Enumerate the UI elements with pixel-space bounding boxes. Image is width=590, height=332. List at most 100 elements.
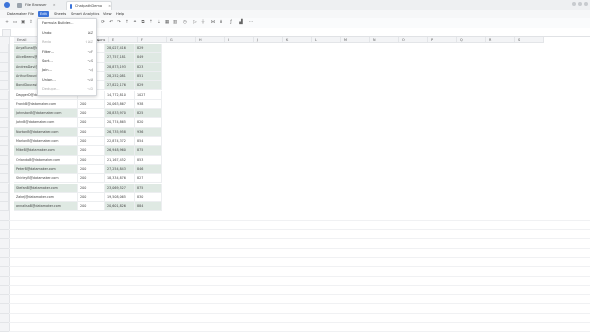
row-number[interactable] [0, 183, 9, 193]
menu-item-formula-builder[interactable]: Formula Builder... [38, 19, 96, 28]
cell-impr[interactable]: 851 [135, 71, 162, 82]
cell-email[interactable]: NortonB@datamaker.com [14, 127, 78, 137]
row-number[interactable] [0, 146, 9, 156]
cell-impr[interactable]: 938 [135, 99, 162, 110]
play-icon[interactable]: ▷ [192, 20, 198, 26]
cell-b[interactable]: 200 [78, 202, 105, 212]
cell-b[interactable]: 200 [78, 109, 105, 119]
cell-impr[interactable]: 849 [135, 53, 162, 63]
cell-b[interactable]: 200 [78, 99, 105, 110]
cell-b[interactable]: 200 [78, 146, 105, 156]
cell-impr[interactable]: 829 [135, 81, 162, 91]
cell-traffic[interactable]: 14,772,810 [105, 90, 135, 100]
cell-email[interactable]: MarlonB@datamaker.com [14, 137, 78, 147]
cell-b[interactable]: 200 [78, 174, 105, 184]
chart-icon[interactable]: ▟ [238, 20, 244, 26]
cell-email[interactable]: PeterB@datamaker.com [14, 164, 78, 175]
cell-traffic[interactable]: 20,774,865 [105, 118, 135, 128]
column-header[interactable]: M [341, 37, 370, 43]
cell-impr[interactable]: 823 [135, 62, 162, 72]
cell-impr[interactable]: 830 [135, 192, 162, 203]
menu-help[interactable]: Help [114, 11, 126, 17]
column-header[interactable]: P [428, 37, 457, 43]
column-header[interactable]: N [370, 37, 399, 43]
merge-icon[interactable]: ⋈ [210, 20, 216, 26]
cell-traffic[interactable]: 27,254,843 [105, 164, 135, 175]
cell-b[interactable]: 200 [78, 164, 105, 175]
row-number[interactable] [0, 71, 9, 82]
cell-impr[interactable]: 853 [135, 155, 162, 165]
column-header[interactable]: G [167, 37, 196, 43]
column-header[interactable]: I [225, 37, 254, 43]
close-icon[interactable]: × [108, 4, 111, 8]
column-header[interactable]: J [254, 37, 283, 43]
cell-b[interactable]: 200 [78, 192, 105, 203]
menu-item-filter[interactable]: Filter... ⌥F [38, 48, 96, 57]
row-number[interactable] [0, 322, 9, 323]
cell-b[interactable]: 200 [78, 127, 105, 137]
cell-impr[interactable]: 825 [135, 109, 162, 119]
cell-email[interactable]: StefanB@datamaker.com [14, 183, 78, 193]
cell-traffic[interactable]: 22,874,372 [105, 137, 135, 147]
row-number[interactable] [0, 155, 9, 165]
menu-item-union[interactable]: Union... ⌥U [38, 76, 96, 85]
row-number[interactable] [0, 284, 9, 286]
close-icon[interactable]: × [53, 3, 56, 7]
row-number[interactable] [0, 312, 9, 314]
row-number[interactable] [0, 202, 9, 212]
cell-impr[interactable]: 936 [135, 127, 162, 137]
export-icon[interactable]: ⇪ [28, 20, 34, 26]
save-icon[interactable]: ▣ [20, 20, 26, 26]
row-number[interactable] [0, 53, 9, 63]
row-number[interactable] [0, 109, 9, 119]
row-number[interactable] [0, 62, 9, 72]
cell-traffic[interactable]: 28,833,970 [105, 109, 135, 119]
cell-email[interactable]: annalisaB@datamaker.com [14, 202, 78, 212]
row-number[interactable] [0, 229, 9, 230]
menu-item-dedupe[interactable]: Dedupe... ⌥D [38, 85, 96, 94]
arrow-up-icon[interactable]: ↑ [124, 20, 130, 26]
cell-impr[interactable]: 875 [135, 183, 162, 193]
row-number[interactable] [0, 118, 9, 128]
row-number[interactable] [0, 266, 9, 268]
row-number[interactable] [0, 164, 9, 175]
sort-desc-icon[interactable]: ⇣ [156, 20, 162, 26]
cell-reference-box[interactable] [2, 29, 11, 37]
menu-smart-analytics[interactable]: Smart Analytics [69, 11, 101, 17]
column-header[interactable]: K [283, 37, 312, 43]
cell-impr[interactable]: 820 [135, 118, 162, 128]
cell-traffic[interactable]: 19,508,065 [105, 192, 135, 203]
row-number[interactable] [0, 219, 9, 221]
cell-impr[interactable]: 846 [135, 164, 162, 175]
menu-file[interactable]: File [26, 11, 36, 17]
row-number[interactable] [0, 247, 9, 249]
row-number[interactable] [0, 256, 9, 258]
cell-email[interactable]: FrankB@datamaker.com [14, 99, 78, 110]
cell-email[interactable]: ShirleyB@datamaker.com [14, 174, 78, 184]
cell-b[interactable]: 200 [78, 118, 105, 128]
cell-traffic[interactable]: 20,601,826 [105, 202, 135, 212]
filter-icon[interactable]: ⏚ [200, 20, 206, 26]
cell-traffic[interactable]: 18,334,876 [105, 174, 135, 184]
window-close-icon[interactable] [584, 2, 588, 6]
cell-email[interactable]: OrlandoB@datamaker.com [14, 155, 78, 165]
cell-traffic[interactable]: 23,069,527 [105, 183, 135, 193]
cell-b[interactable]: 200 [78, 137, 105, 147]
sort-asc-icon[interactable]: ⇡ [148, 20, 154, 26]
column-header[interactable]: E [109, 37, 138, 43]
columns-icon[interactable]: ▥ [172, 20, 178, 26]
cell-traffic[interactable]: 27,822,176 [105, 81, 135, 91]
column-header[interactable]: H [196, 37, 225, 43]
row-number[interactable] [0, 44, 9, 54]
menu-item-redo[interactable]: Redo ⇧⌘Z [38, 38, 96, 47]
cell-impr[interactable]: 854 [135, 137, 162, 147]
row-number[interactable] [0, 127, 9, 137]
open-icon[interactable]: ▭ [12, 20, 18, 26]
cell-impr[interactable]: 875 [135, 146, 162, 156]
cell-email[interactable]: JohnB@datamaker.com [14, 118, 78, 128]
cell-traffic[interactable]: 20,063,867 [105, 99, 135, 110]
row-number[interactable] [0, 294, 9, 296]
copy-icon[interactable]: ⧉ [140, 20, 146, 26]
column-header[interactable]: R [486, 37, 515, 43]
menu-view[interactable]: View [101, 11, 114, 17]
